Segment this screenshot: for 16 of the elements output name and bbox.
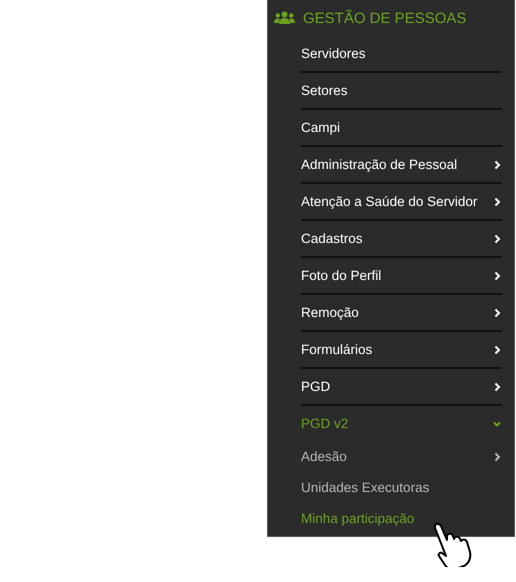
menu-item[interactable]: Atenção a Saúde do Servidor: [301, 184, 502, 221]
users-icon: [274, 11, 295, 25]
menu-item[interactable]: Formulários: [301, 332, 502, 369]
menu-item[interactable]: Campi: [301, 110, 502, 147]
menu-item[interactable]: Remoção: [301, 295, 502, 332]
menu-item[interactable]: Setores: [301, 73, 502, 110]
submenu-item[interactable]: Unidades Executoras: [301, 472, 502, 503]
menu-item[interactable]: Cadastros: [301, 221, 502, 258]
menu-item[interactable]: PGD: [301, 369, 502, 406]
menu-item[interactable]: PGD v2: [301, 406, 502, 441]
section-title: GESTÃO DE PESSOAS: [303, 10, 466, 26]
menu-item[interactable]: Servidores: [301, 36, 502, 73]
menu-item[interactable]: Administração de Pessoal: [301, 147, 502, 184]
menu-item[interactable]: Foto do Perfil: [301, 258, 502, 295]
submenu-item[interactable]: Minha participação: [301, 503, 502, 534]
submenu-item[interactable]: Adesão: [301, 441, 502, 472]
